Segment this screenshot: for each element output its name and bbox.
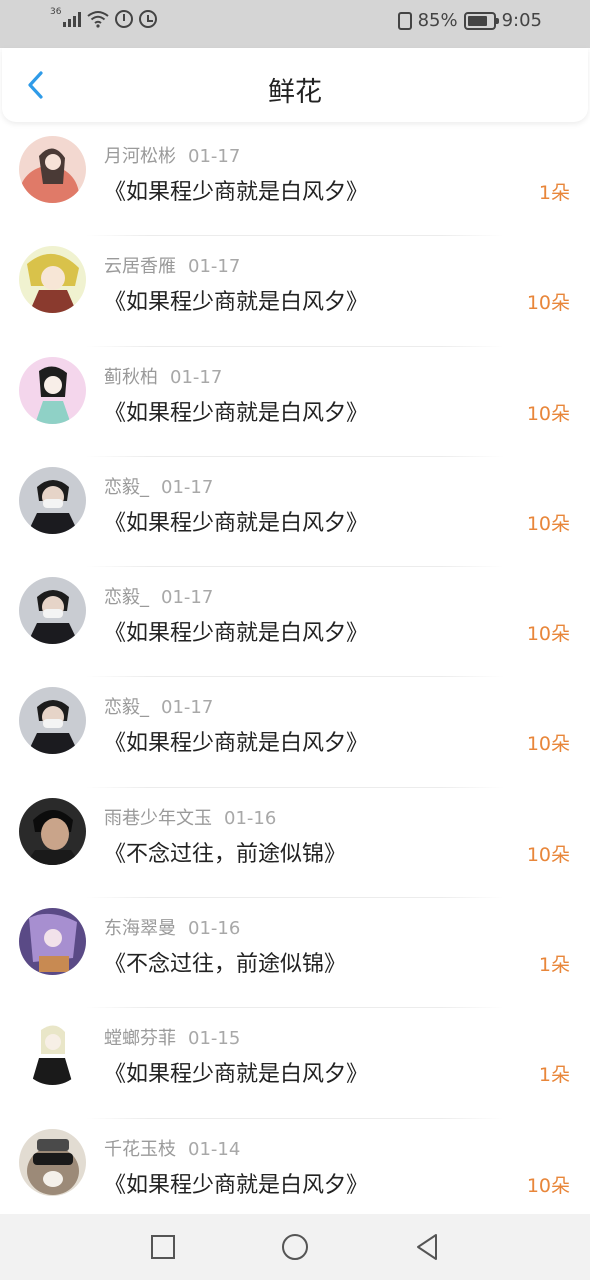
avatar[interactable]: [19, 1128, 86, 1196]
date: 01-17: [188, 256, 241, 278]
flower-count: 1朵: [538, 1064, 570, 1087]
list-item[interactable]: 恋毅_ 01-17 《如果程少商就是白风夕》 10朵: [0, 457, 590, 568]
status-bar: 36 85% 9:05: [0, 0, 590, 48]
avatar[interactable]: [19, 356, 86, 424]
recents-button[interactable]: [147, 1231, 179, 1263]
name-line: 恋毅_ 01-17: [104, 473, 213, 499]
list-item[interactable]: 螳螂芬菲 01-15 《如果程少商就是白风夕》 1朵: [0, 1008, 590, 1119]
user-name: 月河松彬: [104, 146, 176, 167]
battery-icon: [463, 11, 499, 30]
clock: 9:05: [501, 10, 542, 31]
flower-list: 月河松彬 01-17 《如果程少商就是白风夕》 1朵 云居香雁 01-17 《如果程…: [0, 126, 590, 1229]
user-name: 千花玉枝: [104, 1138, 176, 1160]
user-name: 恋毅_: [104, 587, 149, 609]
avatar[interactable]: [19, 466, 86, 534]
book-title[interactable]: 《不念过往，前途似锦》: [104, 836, 346, 868]
name-line: 雨巷少年文玉 01-16: [104, 804, 276, 830]
name-line: 云居香雁 01-17: [104, 252, 240, 278]
date: 01-15: [188, 1028, 241, 1050]
home-button[interactable]: [279, 1231, 311, 1263]
user-name: 云居香雁: [104, 256, 176, 278]
signal-icon: [63, 11, 82, 27]
avatar[interactable]: [19, 577, 86, 645]
name-line: 千花玉枝 01-14: [104, 1135, 240, 1161]
flower-count: 10朵: [526, 623, 570, 646]
date: 01-17: [170, 366, 223, 388]
book-title[interactable]: 《如果程少商就是白风夕》: [104, 615, 368, 647]
avatar[interactable]: [19, 246, 86, 314]
flower-count: 10朵: [526, 292, 570, 315]
date: 01-17: [161, 697, 214, 719]
system-nav-bar: [0, 1214, 590, 1280]
flower-count: 10朵: [526, 843, 570, 866]
user-name: 东海翠曼: [104, 918, 176, 940]
user-name: 雨巷少年文玉: [104, 807, 212, 829]
avatar[interactable]: [19, 136, 86, 203]
avatar[interactable]: [19, 1018, 86, 1086]
system-back-button[interactable]: [411, 1231, 443, 1263]
user-name: 恋毅_: [104, 476, 149, 498]
date: 01-17: [188, 146, 241, 167]
flower-count: 10朵: [526, 1174, 570, 1197]
book-title[interactable]: 《如果程少商就是白风夕》: [104, 725, 368, 757]
book-title[interactable]: 《如果程少商就是白风夕》: [104, 1167, 368, 1199]
app-header: 鲜花: [2, 48, 588, 122]
circle-icon: [282, 1234, 308, 1260]
battery-percent: 85%: [417, 10, 458, 31]
list-item[interactable]: 恋毅_ 01-17 《如果程少商就是白风夕》 10朵: [0, 677, 590, 788]
name-line: 月河松彬 01-17: [104, 142, 240, 168]
data-saver-icon: [115, 10, 134, 28]
list-item[interactable]: 蓟秋柏 01-17 《如果程少商就是白风夕》 10朵: [0, 347, 590, 457]
avatar[interactable]: [19, 687, 86, 755]
date: 01-14: [188, 1138, 241, 1160]
flower-count: 10朵: [526, 402, 570, 425]
book-title[interactable]: 《如果程少商就是白风夕》: [104, 395, 368, 427]
list-item[interactable]: 云居香雁 01-17 《如果程少商就是白风夕》 10朵: [0, 236, 590, 347]
network-type: 36: [50, 7, 62, 17]
book-title[interactable]: 《如果程少商就是白风夕》: [104, 174, 368, 206]
date: 01-16: [224, 807, 277, 829]
name-line: 东海翠曼 01-16: [104, 914, 240, 940]
wifi-icon: [87, 11, 110, 28]
name-line: 恋毅_ 01-17: [104, 693, 213, 719]
list-item[interactable]: 千花玉枝 01-14 《如果程少商就是白风夕》 10朵: [0, 1119, 590, 1229]
name-line: 恋毅_ 01-17: [104, 583, 213, 609]
user-name: 蓟秋柏: [104, 366, 158, 388]
list-item[interactable]: 东海翠曼 01-16 《不念过往，前途似锦》 1朵: [0, 898, 590, 1009]
status-left: 36: [50, 7, 158, 28]
name-line: 蓟秋柏 01-17: [104, 363, 222, 389]
square-icon: [151, 1235, 175, 1259]
list-item[interactable]: 恋毅_ 01-17 《如果程少商就是白风夕》 10朵: [0, 567, 590, 678]
user-name: 恋毅_: [104, 697, 149, 719]
vibrate-icon: [397, 11, 412, 30]
flower-count: 10朵: [526, 512, 570, 535]
book-title[interactable]: 《不念过往，前途似锦》: [104, 946, 346, 978]
status-right: 85% 9:05: [397, 10, 542, 31]
list-item[interactable]: 月河松彬 01-17 《如果程少商就是白风夕》 1朵: [0, 126, 590, 237]
date: 01-16: [188, 918, 241, 940]
list-item[interactable]: 雨巷少年文玉 01-16 《不念过往，前途似锦》 10朵: [0, 788, 590, 899]
book-title[interactable]: 《如果程少商就是白风夕》: [104, 1056, 368, 1088]
page-title: 鲜花: [268, 77, 322, 108]
avatar[interactable]: [19, 797, 86, 865]
user-name: 螳螂芬菲: [104, 1028, 176, 1050]
avatar[interactable]: [19, 908, 86, 976]
flower-count: 10朵: [526, 733, 570, 756]
flower-count: 1朵: [538, 954, 570, 977]
triangle-back-icon: [417, 1234, 437, 1260]
alarm-icon: [139, 10, 158, 28]
date: 01-17: [161, 587, 214, 609]
book-title[interactable]: 《如果程少商就是白风夕》: [104, 505, 368, 537]
flower-count: 1朵: [538, 182, 570, 204]
book-title[interactable]: 《如果程少商就是白风夕》: [104, 284, 368, 316]
name-line: 螳螂芬菲 01-15: [104, 1024, 240, 1050]
date: 01-17: [161, 476, 214, 498]
